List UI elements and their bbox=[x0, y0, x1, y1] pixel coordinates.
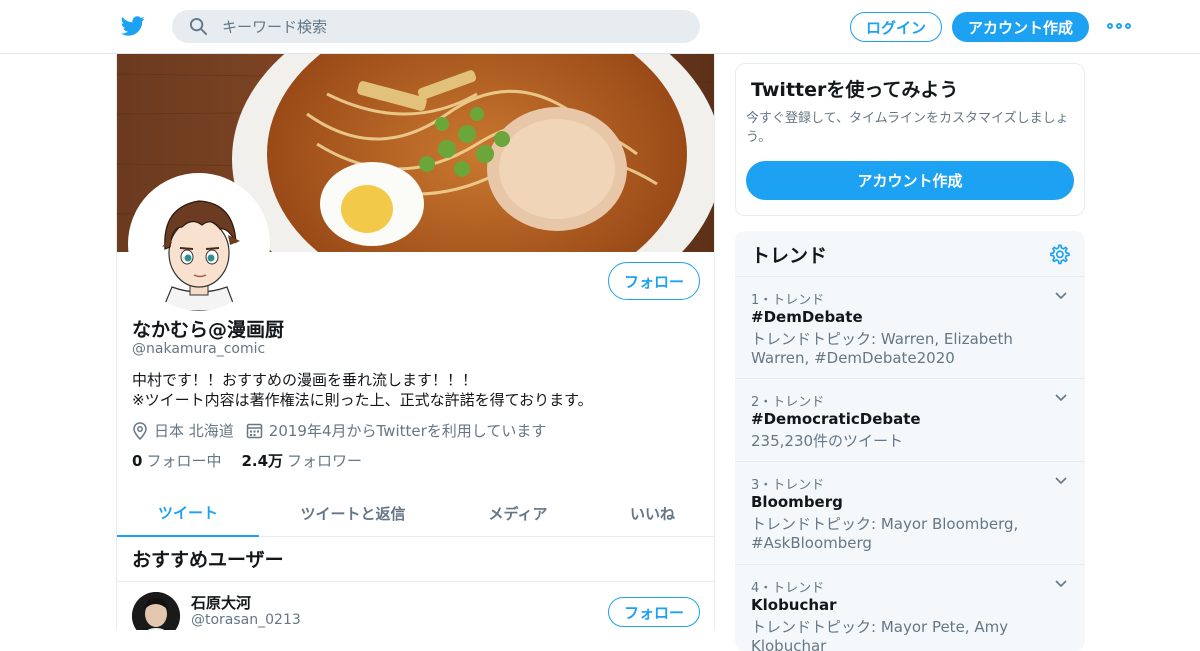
location-text: 日本 北海道 bbox=[154, 422, 234, 440]
bio-line: ※ツイート内容は著作権法に則った上、正式な許諾を得ております。 bbox=[132, 391, 593, 409]
followers-stat[interactable]: 2.4万 フォロワー bbox=[241, 450, 362, 471]
search-bar bbox=[172, 10, 700, 43]
trends-panel: トレンド 1・トレンド #DemDebate トレンドトピック: Warren,… bbox=[735, 231, 1085, 651]
trend-rank: 3・トレンド bbox=[751, 478, 825, 493]
profile-stats: 0 フォロー中 2.4万 フォロワー bbox=[132, 450, 382, 471]
tab-tweets[interactable]: ツイート bbox=[117, 489, 259, 537]
gear-icon[interactable] bbox=[1048, 243, 1070, 265]
divider bbox=[117, 581, 714, 582]
avatar[interactable] bbox=[132, 592, 180, 630]
trend-item[interactable]: 4・トレンド Klobuchar トレンドトピック: Mayor Pete, A… bbox=[735, 565, 1085, 651]
profile-tabs: ツイート ツイートと返信 メディア いいね bbox=[117, 489, 714, 537]
profile-joined: 2019年4月からTwitterを利用しています bbox=[246, 420, 547, 441]
recommended-users-title: おすすめユーザー bbox=[132, 549, 284, 571]
trend-name: Klobuchar bbox=[751, 596, 837, 614]
signup-card-description: 今すぐ登録して、タイムラインをカスタマイズしましょう。 bbox=[746, 111, 1069, 145]
recommended-user-handle: @torasan_0213 bbox=[191, 612, 301, 628]
trend-item[interactable]: 1・トレンド #DemDebate トレンドトピック: Warren, Eliz… bbox=[735, 277, 1085, 379]
recommended-user-name[interactable]: 石原大河 bbox=[191, 592, 251, 613]
tab-tweets-and-replies[interactable]: ツイートと返信 bbox=[259, 489, 447, 537]
trends-header: トレンド bbox=[735, 231, 1085, 277]
recommended-follow-button[interactable]: フォロー bbox=[608, 597, 700, 627]
trend-name: #DemocraticDebate bbox=[751, 410, 921, 428]
trend-item[interactable]: 3・トレンド Bloomberg トレンドトピック: Mayor Bloombe… bbox=[735, 462, 1085, 565]
calendar-icon bbox=[246, 423, 263, 439]
followers-count: 2.4万 bbox=[241, 452, 284, 470]
trend-description: トレンドトピック: Warren, Elizabeth Warren, #Dem… bbox=[751, 330, 1013, 367]
trends-title: トレンド bbox=[751, 245, 828, 267]
bio-line: 中村です！！おすすめの漫画を垂れ流します！！！ bbox=[132, 371, 478, 389]
tab-media[interactable]: メディア bbox=[447, 489, 589, 537]
following-count: 0 bbox=[132, 452, 143, 470]
profile-name: なかむら@漫画厨 bbox=[132, 319, 285, 341]
signup-card-button[interactable]: アカウント作成 bbox=[746, 161, 1074, 200]
profile-bio: 中村です！！おすすめの漫画を垂れ流します！！！ ※ツイート内容は著作権法に則った… bbox=[132, 370, 593, 410]
location-pin-icon bbox=[133, 421, 147, 440]
trend-rank: 1・トレンド bbox=[751, 293, 825, 308]
top-navigation-bar: ログイン アカウント作成 bbox=[0, 0, 1200, 54]
trend-description: トレンドトピック: Mayor Pete, Amy Klobuchar bbox=[751, 618, 1009, 651]
profile-handle: @nakamura_comic bbox=[132, 341, 266, 357]
profile-meta: 日本 北海道 2019年4月からTwitterを利用しています bbox=[132, 420, 558, 441]
profile-column: フォロー なかむら@漫画厨 @nakamura_comic 中村です！！おすすめ… bbox=[116, 54, 715, 630]
login-button[interactable]: ログイン bbox=[850, 12, 942, 42]
trend-name: Bloomberg bbox=[751, 493, 843, 511]
search-icon bbox=[189, 17, 208, 36]
chevron-down-icon[interactable] bbox=[1054, 289, 1068, 303]
more-dots-icon[interactable] bbox=[1107, 20, 1131, 32]
trend-name: #DemDebate bbox=[751, 308, 863, 326]
signup-card: Twitterを使ってみよう 今すぐ登録して、タイムラインをカスタマイズしましょ… bbox=[735, 63, 1085, 216]
trend-description: トレンドトピック: Mayor Bloomberg, #AskBloomberg bbox=[751, 515, 1019, 552]
followers-label: フォロワー bbox=[287, 452, 363, 470]
trend-description: 235,230件のツイート bbox=[751, 432, 904, 450]
search-input[interactable] bbox=[222, 10, 682, 43]
profile-avatar[interactable] bbox=[128, 173, 270, 315]
twitter-bird-icon[interactable] bbox=[120, 14, 146, 38]
chevron-down-icon[interactable] bbox=[1054, 391, 1068, 405]
following-label: フォロー中 bbox=[146, 452, 222, 470]
signup-button[interactable]: アカウント作成 bbox=[952, 12, 1089, 42]
follow-button[interactable]: フォロー bbox=[608, 262, 700, 300]
signup-card-title: Twitterを使ってみよう bbox=[751, 79, 959, 101]
trend-item[interactable]: 2・トレンド #DemocraticDebate 235,230件のツイート bbox=[735, 379, 1085, 462]
joined-text: 2019年4月からTwitterを利用しています bbox=[268, 422, 547, 440]
chevron-down-icon[interactable] bbox=[1054, 577, 1068, 591]
trend-rank: 2・トレンド bbox=[751, 395, 825, 410]
chevron-down-icon[interactable] bbox=[1054, 474, 1068, 488]
tab-likes[interactable]: いいね bbox=[589, 489, 714, 537]
trend-rank: 4・トレンド bbox=[751, 581, 825, 596]
profile-location: 日本 北海道 bbox=[132, 420, 234, 441]
following-stat[interactable]: 0 フォロー中 bbox=[132, 450, 221, 471]
